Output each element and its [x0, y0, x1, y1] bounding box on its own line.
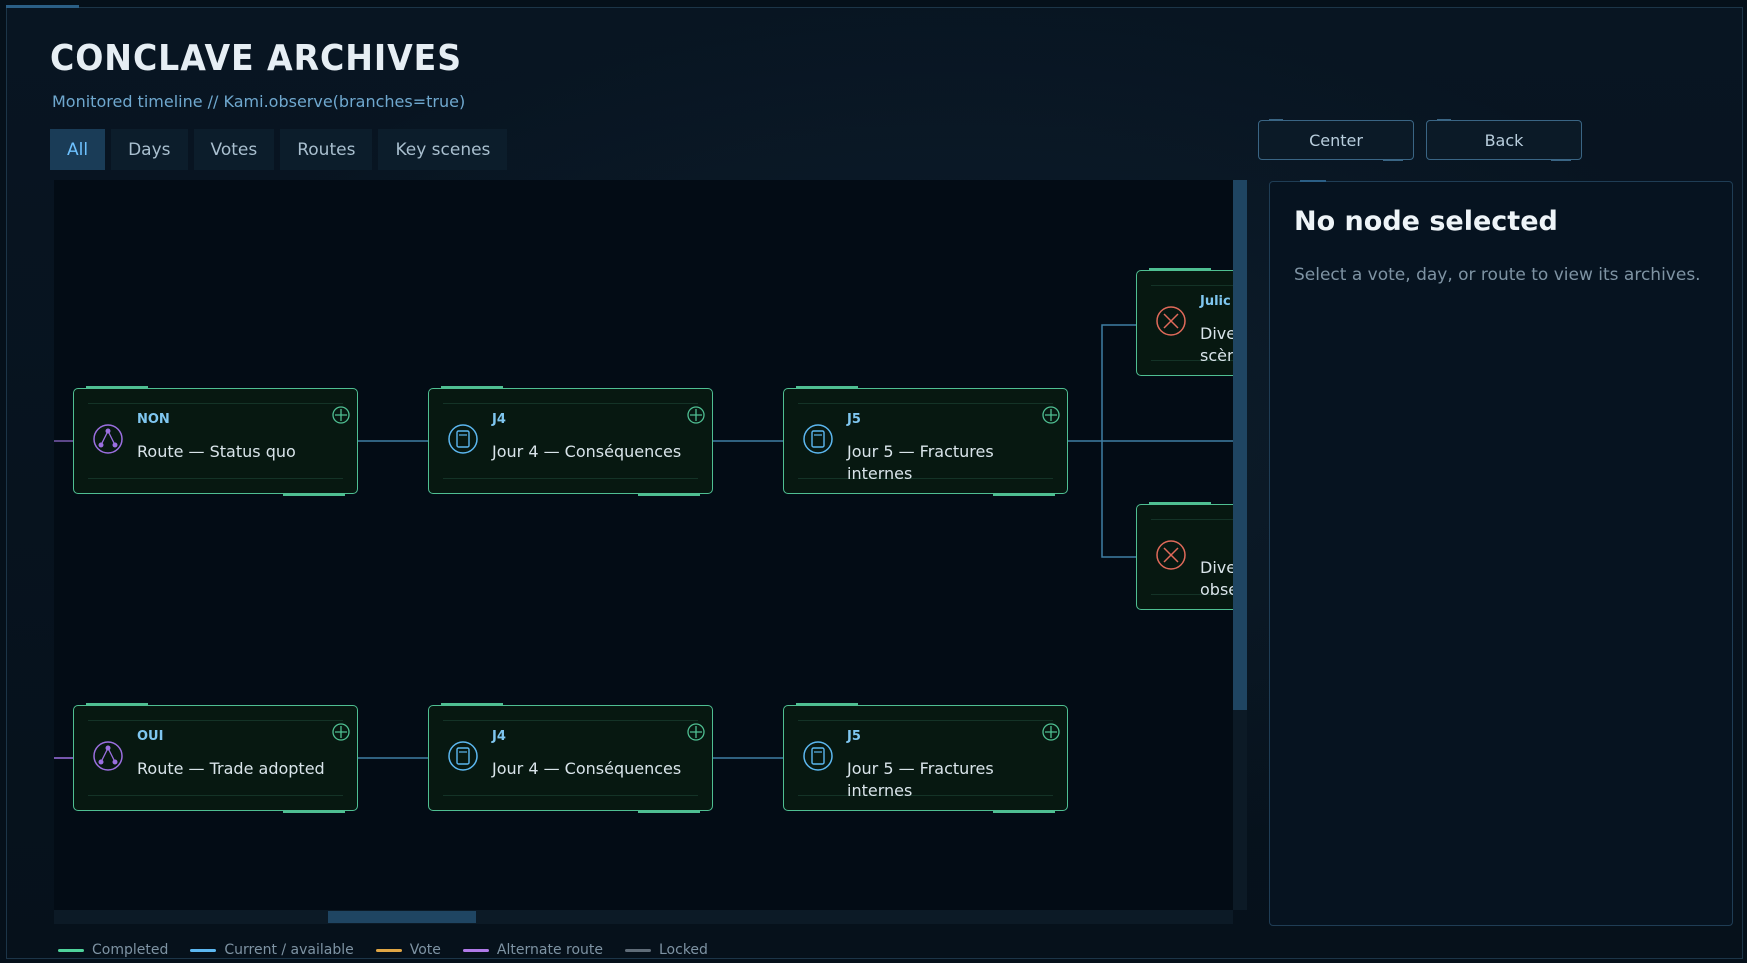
legend-swatch [58, 948, 84, 952]
frame-accent [6, 5, 79, 8]
node-label: Route — Status quo [137, 442, 296, 461]
legend-label: Current / available [224, 942, 354, 958]
node-tag: J4 [492, 729, 506, 744]
node-day-4[interactable]: J4 Jour 4 — Conséquences [428, 386, 713, 496]
legend-completed: Completed [58, 942, 168, 958]
filter-tabs: All Days Votes Routes Key scenes [50, 129, 508, 170]
node-label: Dive scèn [1200, 324, 1233, 365]
legend-label: Vote [409, 942, 441, 958]
route-icon [93, 424, 123, 454]
legend-locked: Locked [625, 942, 708, 958]
node-label: Jour 5 — Fractures internes [847, 442, 994, 483]
day-icon [448, 741, 478, 771]
legend-alternate-route: Alternate route [462, 942, 603, 958]
tab-days[interactable]: Days [111, 129, 188, 170]
legend-swatch [462, 948, 489, 952]
expand-plus-icon[interactable] [331, 722, 351, 742]
page-title: CONCLAVE ARCHIVES [50, 38, 463, 79]
expand-plus-icon[interactable] [1041, 405, 1061, 425]
legend-label: Locked [659, 942, 708, 958]
expand-plus-icon[interactable] [1041, 722, 1061, 742]
panel-subtitle: Select a vote, day, or route to view its… [1294, 265, 1701, 285]
legend-swatch [625, 948, 651, 952]
connector-line [1101, 441, 1136, 558]
legend-current: Current / available [190, 942, 354, 958]
node-label: Route — Trade adopted [137, 759, 325, 778]
divergence-icon [1156, 540, 1186, 570]
tab-all[interactable]: All [50, 129, 106, 170]
legend-vote: Vote [375, 942, 441, 958]
node-divergence-upper[interactable]: Julic Dive scèn [1136, 268, 1233, 376]
node-tag: OUI [137, 729, 164, 744]
expand-plus-icon[interactable] [331, 405, 351, 425]
panel-title: No node selected [1294, 206, 1558, 237]
page-subtitle: Monitored timeline // Kami.observe(branc… [52, 92, 466, 111]
horizontal-scroll-thumb[interactable] [328, 911, 476, 923]
legend-swatch [375, 948, 402, 952]
timeline-canvas[interactable]: NON Route — Status quo J4 Jour 4 — Consé… [54, 180, 1233, 910]
details-panel: No node selected Select a vote, day, or … [1269, 180, 1733, 926]
node-tag: J5 [847, 729, 861, 744]
day-icon [803, 741, 833, 771]
tab-votes[interactable]: Votes [193, 129, 275, 170]
horizontal-scrollbar[interactable] [54, 910, 1233, 924]
vertical-scroll-thumb[interactable] [1233, 180, 1247, 710]
node-route-status-quo[interactable]: NON Route — Status quo [73, 386, 358, 496]
node-day-4-alt[interactable]: J4 Jour 4 — Conséquences [428, 703, 713, 813]
node-tag: NON [137, 412, 170, 427]
node-day-5[interactable]: J5 Jour 5 — Fractures internes [783, 386, 1068, 496]
expand-plus-icon[interactable] [686, 405, 706, 425]
expand-plus-icon[interactable] [686, 722, 706, 742]
legend: Completed Current / available Vote Alter… [58, 942, 708, 958]
route-icon [93, 741, 123, 771]
legend-label: Alternate route [496, 942, 603, 958]
tab-routes[interactable]: Routes [280, 129, 373, 170]
node-tag: J5 [847, 412, 861, 427]
node-route-trade-adopted[interactable]: OUI Route — Trade adopted [73, 703, 358, 813]
connector-line [1101, 324, 1136, 441]
node-tag: Julic [1200, 294, 1231, 309]
back-button[interactable]: Back [1426, 119, 1582, 161]
node-label: Jour 4 — Conséquences [492, 759, 682, 778]
day-icon [448, 424, 478, 454]
divergence-icon [1156, 306, 1186, 336]
center-button[interactable]: Center [1258, 119, 1414, 161]
node-label: Dive obse [1200, 558, 1233, 599]
node-label: Jour 4 — Conséquences [492, 442, 682, 461]
legend-label: Completed [92, 942, 169, 958]
node-tag: J4 [492, 412, 506, 427]
node-day-5-alt[interactable]: J5 Jour 5 — Fractures internes [783, 703, 1068, 813]
legend-swatch [190, 948, 217, 952]
node-label: Jour 5 — Fractures internes [847, 759, 994, 800]
vertical-scrollbar[interactable] [1233, 180, 1247, 910]
node-divergence-lower[interactable]: Dive obse [1136, 502, 1233, 610]
day-icon [803, 424, 833, 454]
tab-key-scenes[interactable]: Key scenes [378, 129, 508, 170]
